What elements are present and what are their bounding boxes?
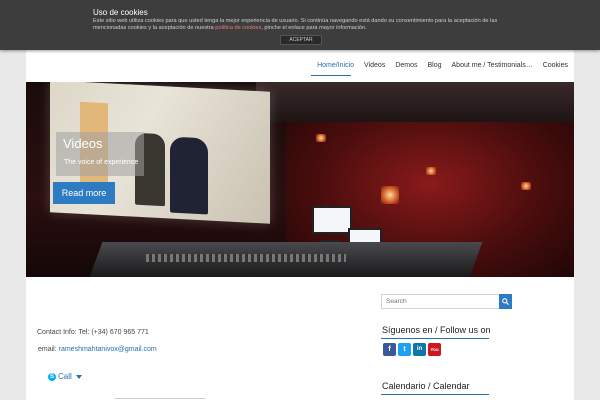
- cookie-policy-link[interactable]: política de cookies: [215, 25, 261, 31]
- search-box: [381, 294, 502, 309]
- hero-lamp: [426, 167, 436, 175]
- call-label: Call: [58, 372, 72, 381]
- chevron-down-icon: [75, 374, 82, 379]
- nav-item-home[interactable]: Home/Inicio: [317, 62, 354, 69]
- email-line: email: rameshmahtanivox@gmail.com: [38, 346, 157, 353]
- youtube-icon[interactable]: You: [428, 343, 441, 356]
- hero-slider[interactable]: Videos The voice of experience Read more: [26, 82, 574, 277]
- read-more-button[interactable]: Read more: [53, 182, 115, 204]
- calendar-widget-title: Calendario / Calendar: [382, 381, 470, 391]
- search-icon: [502, 298, 509, 305]
- email-label: email:: [38, 346, 59, 353]
- hero-subtitle: The voice of experience: [64, 159, 139, 166]
- linkedin-icon[interactable]: in: [413, 343, 426, 356]
- follow-widget-title: Síguenos en / Follow us on: [382, 325, 491, 335]
- cookie-title: Uso de cookies: [93, 8, 148, 17]
- nav-active-underline: [311, 75, 351, 76]
- cookie-banner: Uso de cookies Este sitio web utiliza co…: [0, 0, 600, 50]
- hero-ceiling: [256, 82, 574, 122]
- search-button[interactable]: [499, 294, 512, 309]
- nav-item-videos[interactable]: Videos: [364, 62, 385, 69]
- widget-title-underline: [381, 338, 489, 339]
- divider: [115, 398, 205, 399]
- main-nav: Home/Inicio Videos Demos Blog About me /…: [317, 62, 568, 69]
- cookie-accept-button[interactable]: ACEPTAR: [280, 35, 322, 45]
- email-link[interactable]: rameshmahtanivox@gmail.com: [59, 346, 157, 353]
- hero-screen-person: [170, 136, 208, 215]
- cookie-text: Este sitio web utiliza cookies para que …: [93, 18, 513, 31]
- skype-icon: S: [48, 372, 56, 381]
- hero-monitor: [312, 206, 352, 234]
- widget-title-underline: [381, 394, 489, 395]
- contact-info: Contact Info: Tel: (+34) 670 965 771: [37, 329, 149, 336]
- hero-console-faders: [146, 254, 346, 262]
- hero-title: Videos: [63, 136, 103, 151]
- nav-item-blog[interactable]: Blog: [428, 62, 442, 69]
- cookie-text-after: , pinche el enlace para mayor informació…: [261, 24, 367, 31]
- facebook-icon[interactable]: f: [383, 343, 396, 356]
- nav-item-demos[interactable]: Demos: [395, 62, 417, 69]
- nav-item-cookies[interactable]: Cookies: [543, 62, 568, 69]
- social-icons: f t in You: [383, 343, 441, 356]
- hero-lamp: [381, 186, 399, 204]
- search-input[interactable]: [382, 295, 502, 308]
- hero-lamp: [521, 182, 531, 190]
- skype-call-button[interactable]: S Call: [48, 372, 82, 381]
- nav-item-about[interactable]: About me / Testimonials…: [452, 62, 533, 69]
- twitter-icon[interactable]: t: [398, 343, 411, 356]
- hero-lamp: [316, 134, 326, 142]
